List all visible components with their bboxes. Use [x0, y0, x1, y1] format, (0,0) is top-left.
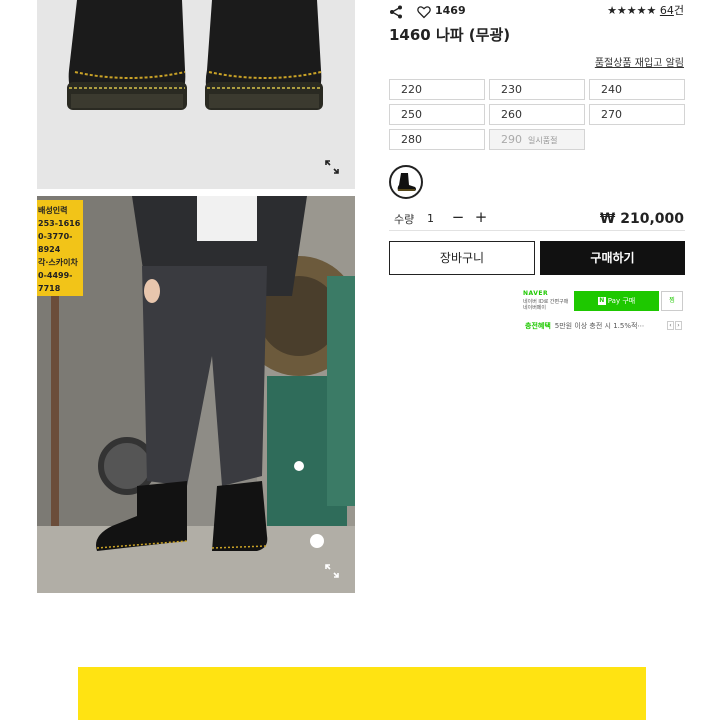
review-count-link[interactable]: 64	[660, 4, 674, 17]
size-option[interactable]: 260	[489, 104, 585, 125]
npay-icon: N	[597, 297, 606, 305]
size-option[interactable]: 280	[389, 129, 485, 150]
quantity-label: 수량	[394, 213, 415, 226]
naver-wish-button[interactable]: 찜	[661, 291, 683, 311]
size-option[interactable]: 240	[589, 79, 685, 100]
naver-logo: NAVER	[523, 290, 549, 297]
rating-stars: ★★★★★	[607, 4, 657, 17]
size-option-soldout[interactable]: 290 일시품절	[489, 129, 585, 150]
restock-alert-link[interactable]: 품절상품 재입고 알림	[595, 57, 684, 71]
product-price: ₩ 210,000	[599, 211, 684, 227]
product-photo-heels[interactable]	[37, 0, 355, 189]
product-detail-page: 배성인력 253-1616 0-3770-8924 각·스카이차 0-4499-…	[0, 0, 720, 720]
npay-label: Pay 구매	[607, 297, 636, 305]
soldout-tag: 일시품절	[528, 136, 558, 145]
street-sign: 배성인력 253-1616 0-3770-8924 각·스카이차 0-4499-…	[37, 204, 83, 295]
size-option[interactable]: 250	[389, 104, 485, 125]
share-icon[interactable]	[389, 4, 403, 19]
naver-caption: 네이버페이	[523, 305, 547, 311]
sign-line: 253-1616	[38, 219, 81, 228]
like-count: 1469	[435, 4, 466, 17]
size-option[interactable]: 230	[489, 79, 585, 100]
benefit-prev-button[interactable]: ‹	[667, 321, 674, 330]
size-option-label: 290	[501, 133, 522, 146]
expand-icon[interactable]	[325, 563, 339, 578]
naver-pay-widget: NAVER 네이버 ID로 간편구매 네이버페이 N Pay 구매 찜	[523, 287, 685, 315]
expand-icon[interactable]	[325, 159, 339, 174]
size-option[interactable]: 270	[589, 104, 685, 125]
quantity-value[interactable]: 1	[427, 212, 434, 225]
quantity-increase-button[interactable]: +	[474, 208, 488, 226]
product-title: 1460 나파 (무광)	[389, 26, 511, 44]
sign-line: 0-4499-7718	[38, 271, 73, 293]
benefit-tag: 충전혜택	[525, 322, 551, 330]
naver-pay-button[interactable]: N Pay 구매	[574, 291, 659, 311]
naver-benefit-text: 충전혜택 5만원 이상 충전 시 1.5%적⋯	[525, 321, 644, 331]
rating-summary: ★★★★★ 64건	[607, 4, 684, 18]
sign-line: 각·스카이차	[38, 258, 78, 267]
product-photo-model[interactable]: 배성인력 253-1616 0-3770-8924 각·스카이차 0-4499-…	[37, 196, 355, 593]
quantity-divider	[389, 230, 685, 231]
boots-heel-illustration	[37, 0, 355, 189]
heart-icon[interactable]	[417, 4, 431, 19]
add-to-cart-button[interactable]: 장바구니	[389, 241, 535, 275]
boot-thumbnail-icon	[397, 173, 416, 191]
sign-line: 배성인력	[38, 206, 68, 215]
sign-line: 0-3770-8924	[38, 232, 73, 254]
benefit-next-button[interactable]: ›	[675, 321, 682, 330]
review-count-unit: 건	[673, 4, 684, 17]
promo-banner[interactable]	[78, 667, 646, 720]
size-option[interactable]: 220	[389, 79, 485, 100]
buy-now-button[interactable]: 구매하기	[540, 241, 685, 275]
benefit-description: 5만원 이상 충전 시 1.5%적⋯	[554, 322, 645, 330]
model-street-illustration	[37, 196, 355, 593]
quantity-decrease-button[interactable]: −	[451, 208, 465, 226]
color-swatch-black[interactable]	[389, 165, 423, 199]
